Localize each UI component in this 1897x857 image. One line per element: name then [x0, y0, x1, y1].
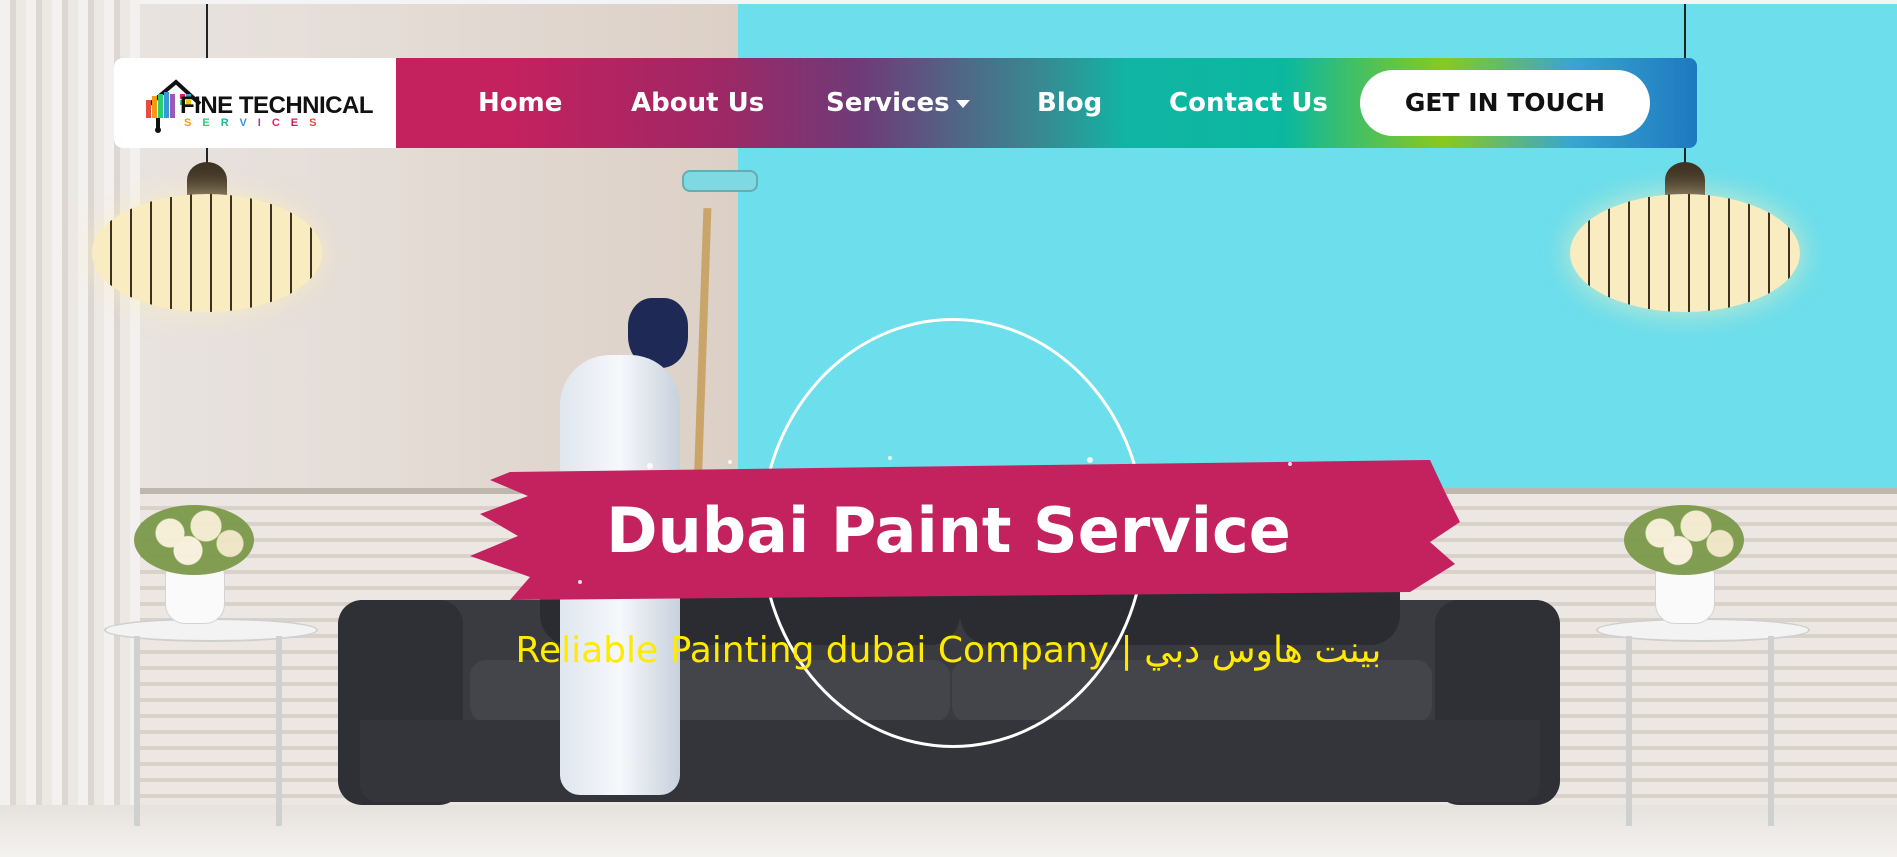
hero-title: Dubai Paint Service — [606, 494, 1291, 567]
logo-subtitle-letter: S — [309, 117, 328, 129]
logo-subtitle-letter: S — [184, 117, 203, 129]
logo-subtitle-letter: V — [239, 117, 258, 129]
logo-subtitle-letter: E — [290, 117, 310, 129]
logo-subtitle: SERVICES — [184, 117, 327, 129]
vase-left — [165, 568, 225, 624]
logo-subtitle-letter: E — [202, 117, 221, 129]
logo-subtitle-letter: R — [220, 117, 240, 129]
pendant-lamp-left — [92, 4, 322, 314]
hero-subtitle: Reliable Painting dubai Company | بينت ه… — [515, 630, 1382, 671]
nav-services-label: Services — [826, 88, 950, 118]
logo-subtitle-letter: C — [271, 117, 291, 129]
nav-services-dropdown[interactable]: Services — [826, 58, 970, 148]
logo-title: FINE TECHNICAL — [180, 92, 374, 119]
pendant-lamp-right — [1570, 4, 1800, 314]
nav-home-link[interactable]: Home — [478, 58, 562, 148]
paint-roller-icon — [682, 170, 758, 192]
nav-contact-link[interactable]: Contact Us — [1169, 58, 1328, 148]
nav-about-link[interactable]: About Us — [631, 58, 764, 148]
logo[interactable]: FINE TECHNICAL SERVICES — [114, 58, 396, 148]
nav-blog-link[interactable]: Blog — [1037, 58, 1102, 148]
get-in-touch-button[interactable]: GET IN TOUCH — [1360, 70, 1650, 136]
vase-right — [1655, 568, 1715, 624]
caret-down-icon — [955, 99, 970, 108]
logo-subtitle-letter: I — [257, 117, 272, 129]
main-navbar: FINE TECHNICAL SERVICES Home About Us Se… — [114, 58, 1697, 148]
